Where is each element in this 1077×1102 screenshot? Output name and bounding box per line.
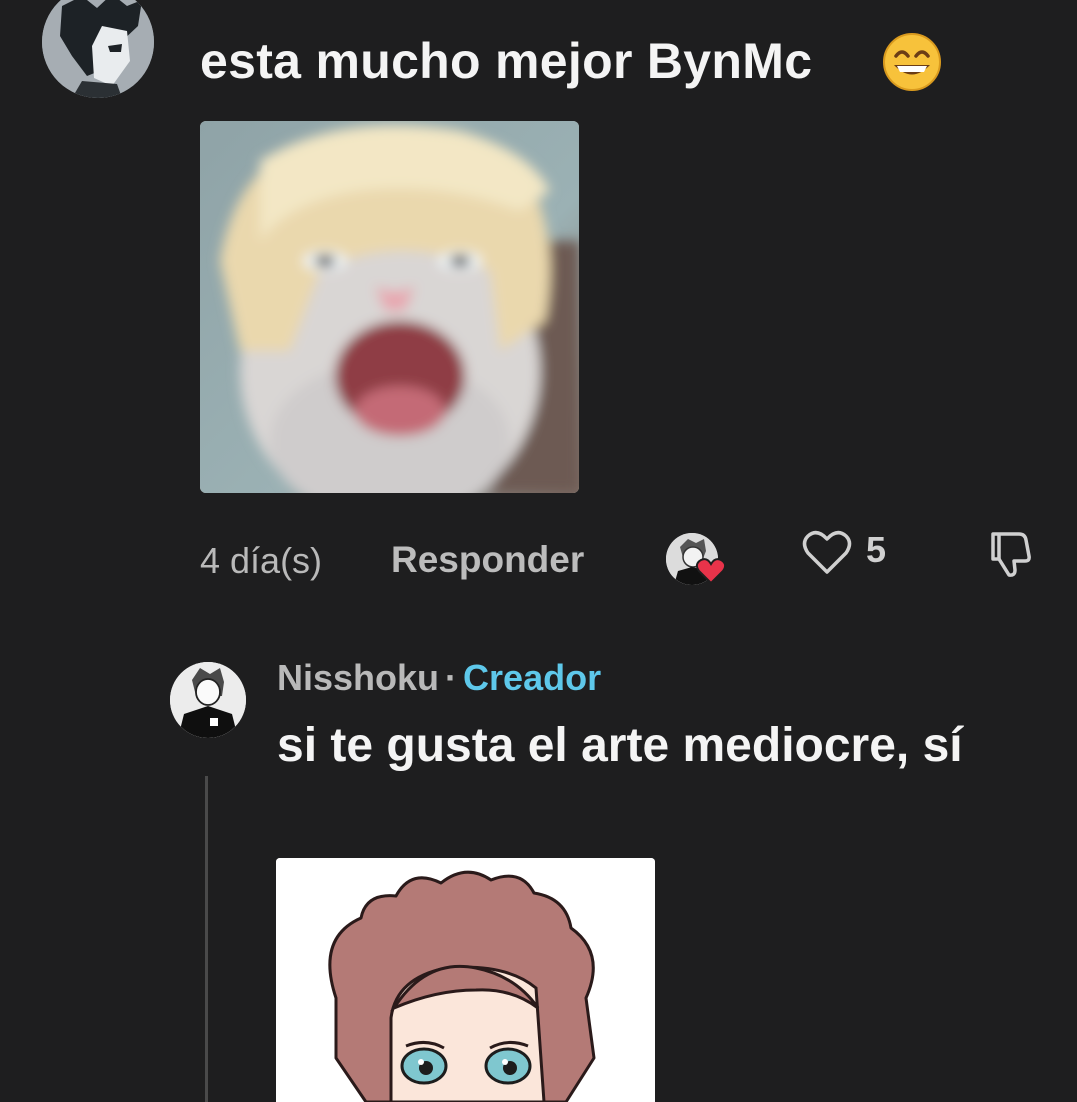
creator-badge: Creador [463, 657, 602, 698]
creator-heart-icon [696, 558, 726, 584]
comment-timestamp: 4 día(s) [200, 540, 323, 581]
reply-text: si te gusta el arte mediocre, sí [277, 719, 963, 772]
grinning-emoji-icon [882, 32, 942, 92]
reply-author-name[interactable]: Nisshoku [277, 657, 439, 698]
comment-image-cat[interactable] [200, 121, 579, 493]
header-separator: · [445, 657, 458, 698]
heart-outline-icon[interactable] [802, 528, 852, 576]
commenter-avatar[interactable] [42, 0, 154, 98]
comment-text: esta mucho mejor BynMc [200, 33, 813, 89]
reply-author-avatar[interactable] [170, 662, 246, 738]
thumbs-down-icon[interactable] [985, 526, 1037, 578]
reply-header: Nisshoku · Creador [277, 657, 601, 699]
reply-image-drawing[interactable] [276, 858, 655, 1102]
like-count: 5 [866, 529, 887, 570]
thread-line [205, 776, 208, 1102]
reply-button[interactable]: Responder [391, 540, 584, 580]
